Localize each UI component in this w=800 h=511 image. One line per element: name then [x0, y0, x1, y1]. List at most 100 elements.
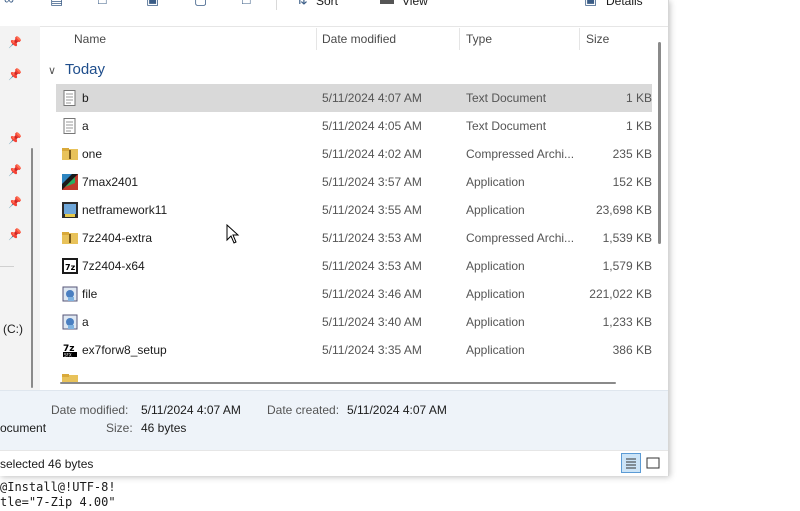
file-list-vertical-scrollbar[interactable]: [658, 42, 661, 244]
file-explorer-window: ∞ ▤ □ ▣ ▢ □ ⇅ Sort ▬ View ▣ Details 📌 📌 …: [0, 0, 669, 476]
date-modified-value: 5/11/2024 4:07 AM: [141, 403, 241, 417]
pin-icon[interactable]: 📌: [8, 197, 22, 209]
table-row-partial[interactable]: [56, 368, 652, 382]
file-type: Application: [466, 259, 525, 273]
file-name: 7z2404-extra: [82, 231, 153, 245]
new-icon[interactable]: ∞: [4, 0, 18, 6]
column-header-name[interactable]: Name: [74, 32, 106, 46]
paste-icon[interactable]: ▣: [146, 0, 160, 6]
delete-icon[interactable]: □: [242, 0, 256, 6]
file-type: Compressed Archi...: [466, 231, 575, 245]
details-pane-icon[interactable]: ▣: [584, 0, 598, 6]
status-text: selected 46 bytes: [0, 457, 94, 471]
svg-text:7z: 7z: [65, 263, 76, 272]
details-button[interactable]: Details: [606, 0, 643, 8]
file-name: one: [82, 147, 103, 161]
table-row[interactable]: file 5/11/2024 3:46 AM Application 221,022 …: [56, 280, 652, 308]
text-file-icon: [63, 90, 76, 106]
app-setup-icon: [62, 286, 78, 302]
list-view-icon: [626, 458, 636, 469]
file-size: 1,579 KB: [602, 259, 652, 273]
app-7max-icon: [62, 174, 78, 190]
table-row[interactable]: a 5/11/2024 3:40 AM Application 1,233 KB: [56, 308, 652, 336]
column-separator[interactable]: [316, 28, 317, 50]
svg-text:SFX: SFX: [64, 353, 72, 358]
pin-icon[interactable]: 📌: [8, 69, 22, 81]
file-name: 7max2401: [82, 175, 139, 189]
table-row[interactable]: 7max2401 5/11/2024 3:57 AM Application 152 …: [56, 168, 652, 196]
file-date-modified: 5/11/2024 4:02 AM: [322, 147, 422, 161]
file-size: 1,233 KB: [602, 315, 652, 329]
view-icon[interactable]: ▬: [380, 0, 394, 6]
file-name: ex7forw8_setup: [82, 343, 167, 357]
column-header-type[interactable]: Type: [466, 32, 492, 46]
date-created-value: 5/11/2024 4:07 AM: [347, 403, 447, 417]
table-row[interactable]: netframework11 5/11/2024 3:55 AM Applicati…: [56, 196, 652, 224]
file-date-modified: 5/11/2024 3:57 AM: [322, 175, 422, 189]
file-size: 235 KB: [612, 147, 652, 161]
rename-icon[interactable]: ▢: [194, 0, 208, 6]
column-header-size[interactable]: Size: [586, 32, 609, 46]
file-size: 1 KB: [625, 91, 652, 105]
file-date-modified: 5/11/2024 3:53 AM: [322, 231, 422, 245]
file-list-horizontal-scrollbar[interactable]: [60, 382, 616, 384]
copy-icon[interactable]: □: [98, 0, 112, 6]
file-date-modified: 5/11/2024 3:35 AM: [322, 343, 422, 357]
column-header-date[interactable]: Date modified: [322, 32, 396, 46]
file-type: Text Document: [466, 91, 547, 105]
file-date-modified: 5/11/2024 4:05 AM: [322, 119, 422, 133]
details-pane: Date modified: 5/11/2024 4:07 AM Date cr…: [0, 390, 668, 451]
file-size: 221,022 KB: [589, 287, 652, 301]
file-size: 1,539 KB: [602, 231, 652, 245]
table-row[interactable]: a 5/11/2024 4:05 AM Text Document 1 KB: [56, 112, 652, 140]
pin-icon[interactable]: 📌: [8, 165, 22, 177]
date-modified-label: Date modified:: [51, 403, 129, 417]
app-7zip-icon: 7z: [62, 258, 78, 274]
size-label: Size:: [106, 421, 133, 435]
pin-icon[interactable]: 📌: [8, 229, 22, 241]
tiles-view-icon: [646, 457, 660, 469]
file-type: Text Document: [466, 119, 547, 133]
table-row[interactable]: 7z2404-extra 5/11/2024 3:53 AM Compressed …: [56, 224, 652, 252]
group-header-today[interactable]: Today: [65, 61, 105, 78]
chevron-down-icon[interactable]: ∨: [48, 64, 60, 77]
table-row[interactable]: 7z SFX ex7forw8_setup 5/11/2024 3:35 AM Appl…: [56, 336, 652, 364]
pin-icon[interactable]: 📌: [8, 37, 22, 49]
details-view-button[interactable]: [621, 453, 641, 473]
file-type: Application: [466, 287, 525, 301]
file-name: netframework11: [82, 203, 168, 217]
sort-button[interactable]: Sort: [316, 0, 338, 8]
sort-icon[interactable]: ⇅: [296, 0, 310, 6]
app-setup-icon: [62, 314, 78, 330]
column-separator[interactable]: [579, 28, 580, 50]
column-headers: Name Date modified Type Size: [40, 26, 660, 52]
table-row[interactable]: 7z 7z2404-x64 5/11/2024 3:53 AM Application…: [56, 252, 652, 280]
terminal-line-1: @Install@!UTF-8!: [0, 480, 116, 494]
nav-item-local-disk[interactable]: (C:): [3, 322, 23, 336]
toolbar-separator: [276, 0, 277, 10]
zip-folder-icon: [62, 374, 78, 382]
zip-folder-icon: [62, 232, 78, 244]
file-type: Compressed Archi...: [466, 147, 575, 161]
file-date-modified: 5/11/2024 3:55 AM: [322, 203, 422, 217]
nav-divider: [0, 266, 14, 267]
file-size: 1 KB: [625, 119, 652, 133]
column-separator[interactable]: [459, 28, 460, 50]
file-type: Application: [466, 315, 525, 329]
cut-icon[interactable]: ▤: [50, 0, 64, 6]
file-type: Application: [466, 203, 525, 217]
file-name: file: [82, 287, 98, 301]
text-file-icon: [63, 118, 76, 134]
nav-scrollbar[interactable]: [31, 148, 33, 388]
large-icons-view-button[interactable]: [643, 453, 663, 473]
view-button[interactable]: View: [402, 0, 428, 8]
file-date-modified: 5/11/2024 4:07 AM: [322, 91, 422, 105]
zip-folder-icon: [62, 148, 78, 160]
status-bar: [0, 450, 668, 476]
file-size: 386 KB: [612, 343, 652, 357]
table-row[interactable]: one 5/11/2024 4:02 AM Compressed Archi... 2…: [56, 140, 652, 168]
terminal-line-2: tle="7-Zip 4.00": [0, 495, 116, 509]
table-row[interactable]: b 5/11/2024 4:07 AM Text Document 1 KB: [56, 84, 652, 112]
pin-icon[interactable]: 📌: [8, 133, 22, 145]
file-size: 152 KB: [612, 175, 652, 189]
